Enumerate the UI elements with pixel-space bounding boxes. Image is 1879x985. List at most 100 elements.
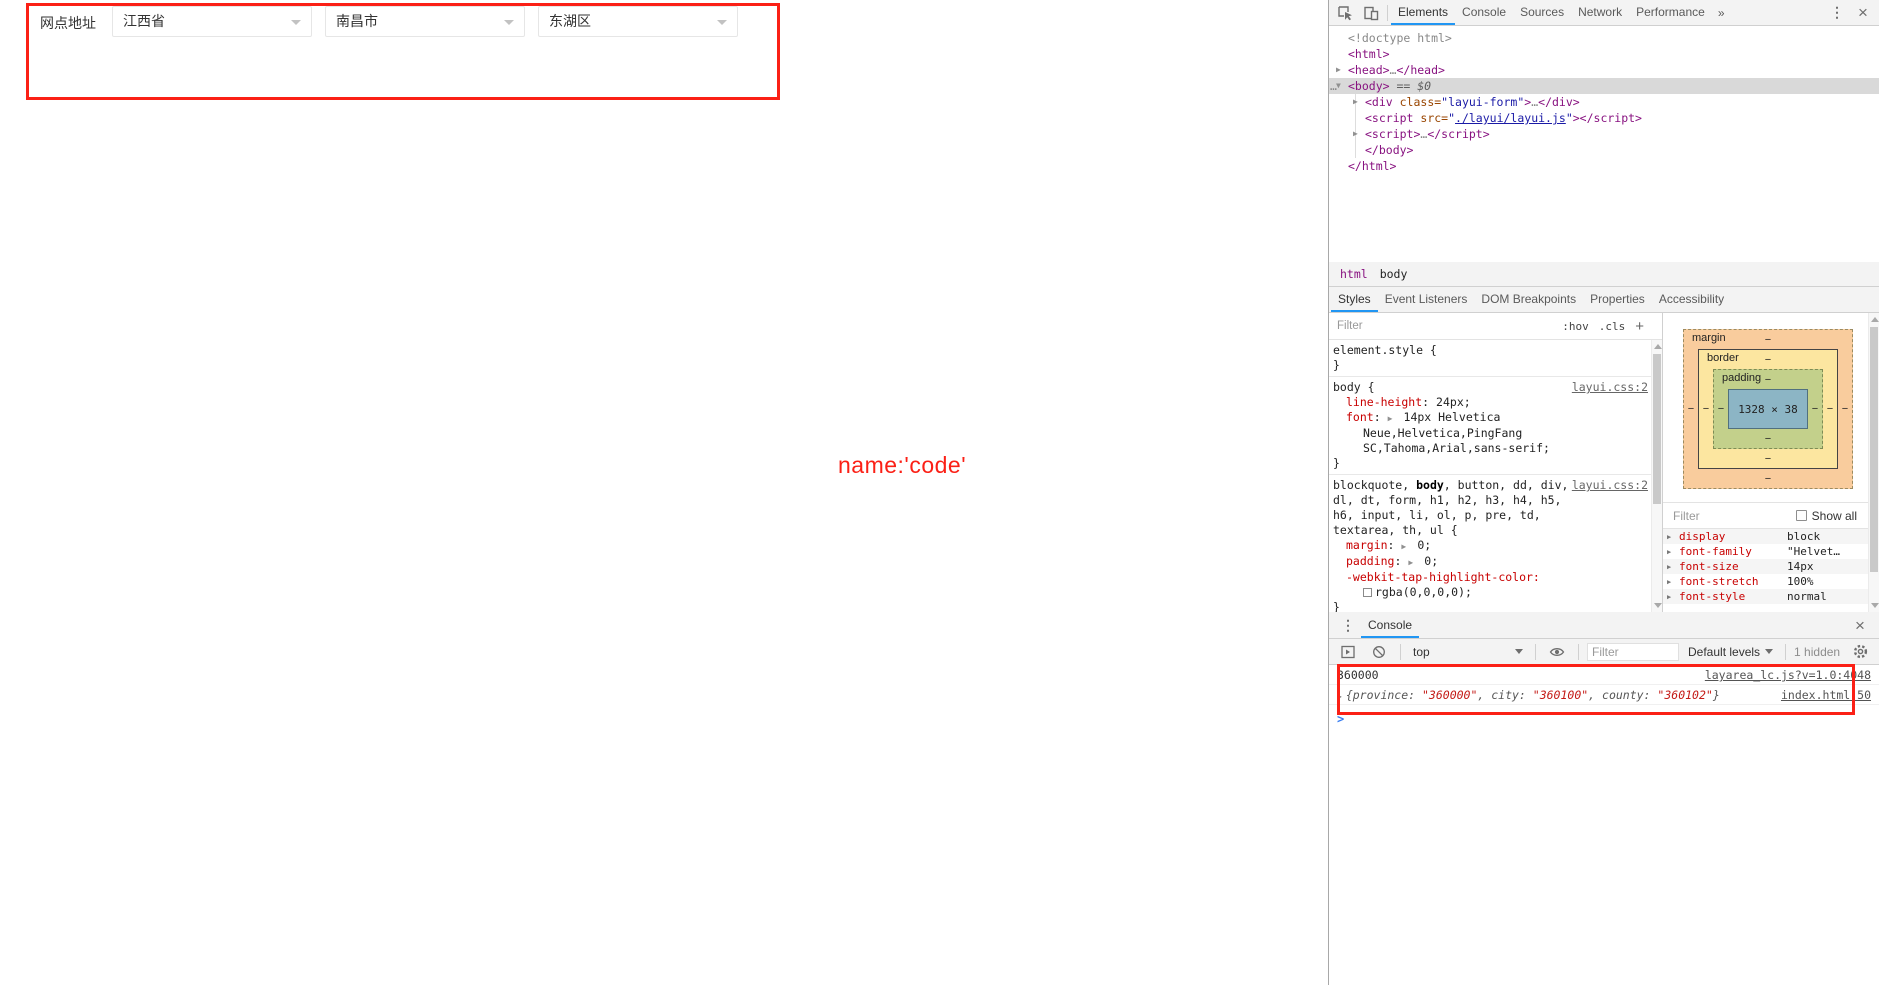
log-levels-select[interactable]: Default levels [1684,645,1777,659]
log-source-link[interactable]: layarea_lc.js?v=1.0:4048 [1705,668,1871,682]
dom-node-script-src[interactable]: <script src="./layui/layui.js"></script> [1356,110,1879,126]
console-header: ⋮ Console × [1329,612,1879,639]
breadcrumb-html[interactable]: html [1334,267,1374,281]
css-property: padding: ▶ 0; [1333,554,1648,570]
scroll-up-icon[interactable] [1871,317,1879,322]
box-model-diagram: margin − − border − − padding − − 1328 ×… [1683,329,1853,489]
expand-arrow-icon[interactable]: ▶ [1337,692,1342,701]
live-expression-eye-icon[interactable] [1544,639,1570,664]
more-tabs-icon[interactable]: » [1712,6,1731,20]
tab-console[interactable]: Console [1455,0,1513,25]
log-source-link[interactable]: index.html:50 [1781,688,1871,702]
box-model-padding[interactable]: padding − − 1328 × 38 − − [1713,369,1823,449]
scroll-down-icon[interactable] [1871,603,1879,608]
province-select-value: 江西省 [123,13,165,29]
console-drawer: ⋮ Console × [1329,612,1879,985]
device-toolbar-icon[interactable] [1358,0,1384,25]
rule-body-layui[interactable]: layui.css:2 body { line-height: 24px; fo… [1329,377,1652,475]
web-page: 网点地址 江西省 南昌市 东湖区 name:'code' [0,0,1328,985]
box-model-margin[interactable]: margin − − border − − padding − − 1328 ×… [1683,329,1853,489]
dom-node-head[interactable]: ▶ <head>…</head> [1329,62,1879,78]
scrollbar-thumb[interactable] [1870,327,1878,572]
devtools-toolbar: Elements Console Sources Network Perform… [1329,0,1879,26]
chevron-down-icon [1515,649,1523,654]
console-filter-input[interactable]: Filter [1587,643,1679,661]
console-log-row[interactable]: 360000 layarea_lc.js?v=1.0:4048 [1329,665,1879,685]
county-select[interactable]: 东湖区 [538,6,738,37]
expand-arrow-icon[interactable]: ▶ [1667,533,1671,541]
dom-node-layui-form-div[interactable]: ▶ <div class="layui-form">…</div> [1356,94,1879,110]
expand-arrow-icon[interactable]: ▶ [1336,62,1346,78]
script-src-link[interactable]: ./layui/layui.js [1455,111,1566,125]
console-settings-gear-icon[interactable] [1847,639,1873,664]
devtools-menu-icon[interactable]: ⋮ [1824,0,1850,25]
tab-styles[interactable]: Styles [1331,287,1378,312]
stylesheet-link[interactable]: layui.css:2 [1572,478,1648,493]
city-select[interactable]: 南昌市 [325,6,525,37]
province-select[interactable]: 江西省 [112,6,312,37]
color-swatch[interactable] [1363,588,1372,597]
console-context-select[interactable]: top [1409,645,1527,659]
expand-arrow-icon[interactable]: ▶ [1667,578,1671,586]
styles-scrollbar[interactable] [1651,340,1662,612]
box-model-content[interactable]: 1328 × 38 [1728,389,1808,429]
scrollbar-thumb[interactable] [1653,354,1661,504]
tab-console-drawer[interactable]: Console [1361,613,1419,638]
styles-pane: Filter :hov .cls + element.style { } lay… [1329,313,1663,612]
tab-sources[interactable]: Sources [1513,0,1571,25]
expand-arrow-icon[interactable]: ▶ [1667,563,1671,571]
computed-row[interactable]: ▶ font-stretch 100% [1663,574,1879,589]
hover-state-button[interactable]: :hov [1562,319,1589,334]
box-model-border[interactable]: border − − padding − − 1328 × 38 − − [1698,349,1838,469]
collapse-arrow-icon[interactable]: ▼ [1336,78,1346,94]
chevron-down-icon [504,20,514,25]
class-toggle-button[interactable]: .cls [1599,319,1626,334]
computed-scrollbar[interactable] [1868,313,1879,612]
inspect-element-icon[interactable] [1332,0,1358,25]
dom-node-body-close[interactable]: </body> [1356,142,1879,158]
tab-event-listeners[interactable]: Event Listeners [1378,287,1475,312]
tab-properties[interactable]: Properties [1583,287,1652,312]
show-all-checkbox[interactable] [1796,510,1807,521]
dom-node-html-open[interactable]: <html> [1329,46,1879,62]
computed-row[interactable]: ▶ display block [1663,529,1879,544]
devtools-panel: Elements Console Sources Network Perform… [1328,0,1879,985]
dom-node-doctype[interactable]: <!doctype html> [1329,30,1879,46]
expand-arrow-icon[interactable]: ▶ [1353,126,1363,142]
tab-accessibility[interactable]: Accessibility [1652,287,1731,312]
show-all-label: Show all [1812,509,1857,523]
computed-row[interactable]: ▶ font-size 14px [1663,559,1879,574]
computed-row[interactable]: ▶ font-style normal [1663,589,1879,604]
tab-performance[interactable]: Performance [1629,0,1712,25]
tab-dom-breakpoints[interactable]: DOM Breakpoints [1474,287,1583,312]
expand-arrow-icon[interactable]: ▶ [1667,593,1671,601]
dom-node-html-close[interactable]: </html> [1329,158,1879,174]
expand-arrow-icon[interactable]: ▶ [1388,411,1397,426]
breadcrumb-body[interactable]: body [1374,267,1414,281]
rule-element-style[interactable]: element.style { } [1329,340,1652,377]
scroll-down-icon[interactable] [1654,603,1662,608]
expand-arrow-icon[interactable]: ▶ [1353,94,1363,110]
computed-row[interactable]: ▶ font-family "Helvet… [1663,544,1879,559]
console-object-row[interactable]: ▶{province: "360000", city: "360100", co… [1329,685,1879,705]
stylesheet-link[interactable]: layui.css:2 [1572,380,1648,395]
tab-network[interactable]: Network [1571,0,1629,25]
console-menu-icon[interactable]: ⋮ [1335,613,1361,638]
dom-node-body-selected[interactable]: … ▼ <body> == $0 [1329,78,1879,94]
new-style-rule-button[interactable]: + [1635,319,1644,334]
rule-reset-layui[interactable]: layui.css:2 blockquote, body, button, dd… [1329,475,1652,612]
console-close-icon[interactable]: × [1847,613,1873,638]
computed-filter-input[interactable]: Filter [1673,509,1796,523]
scroll-up-icon[interactable] [1654,344,1662,349]
devtools-close-icon[interactable]: × [1850,0,1876,25]
styles-filter-input[interactable]: Filter [1337,319,1562,334]
tab-elements[interactable]: Elements [1391,0,1455,25]
console-sidebar-toggle-icon[interactable] [1335,639,1361,664]
toolbar-separator [1400,644,1401,660]
console-prompt[interactable]: > [1329,705,1879,733]
clear-console-icon[interactable] [1366,639,1392,664]
dom-node-inline-script[interactable]: ▶ <script>…</script> [1356,126,1879,142]
expand-arrow-icon[interactable]: ▶ [1667,548,1671,556]
expand-arrow-icon[interactable]: ▶ [1408,555,1417,570]
expand-arrow-icon[interactable]: ▶ [1401,539,1410,554]
